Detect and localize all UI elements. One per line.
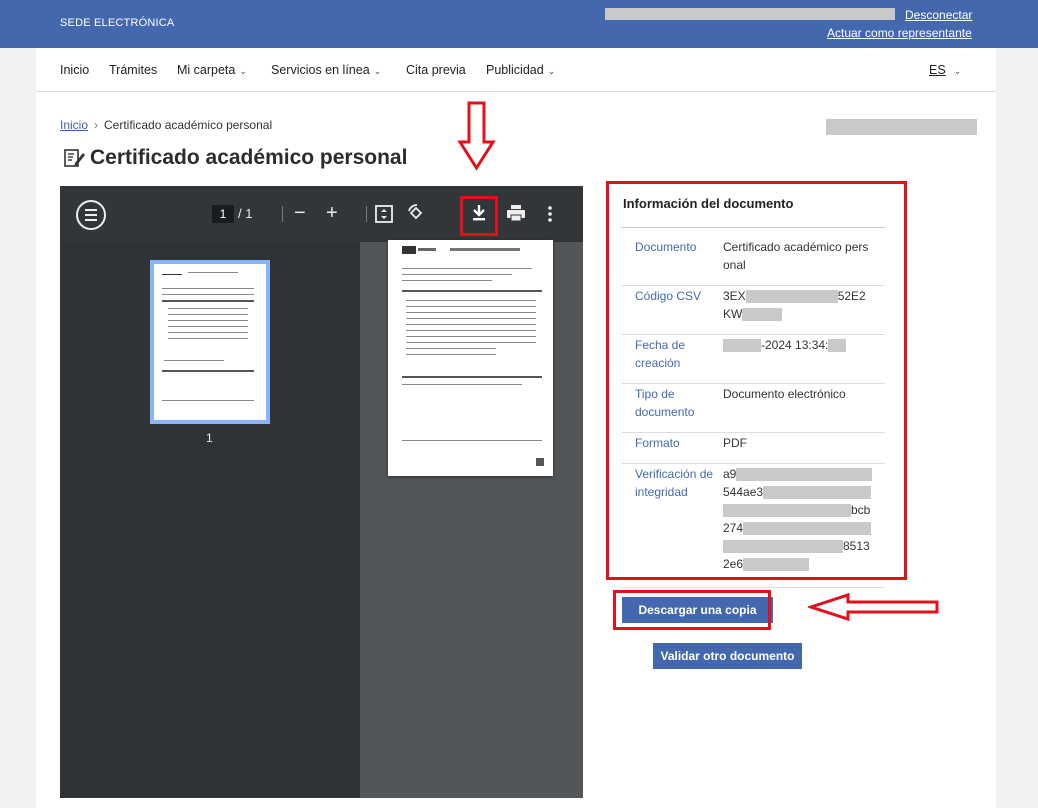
breadcrumb-current: Certificado académico personal	[104, 118, 273, 132]
page-title-text: Certificado académico personal	[90, 146, 408, 169]
chevron-down-icon: ⌄	[239, 66, 247, 76]
chevron-down-icon: ⌄	[373, 66, 382, 76]
rotate-icon[interactable]	[406, 203, 426, 225]
nav-label: Cita previa	[406, 63, 466, 77]
zoom-out-icon[interactable]: −	[294, 203, 306, 223]
toolbar-divider	[282, 206, 283, 222]
nav-label: Trámites	[109, 63, 158, 77]
zoom-in-icon[interactable]: +	[326, 203, 338, 223]
annotation-box-copy-button	[613, 590, 771, 630]
main-nav: Inicio Trámites Mi carpeta ⌄ Servicios en…	[36, 48, 996, 92]
print-icon[interactable]	[505, 203, 527, 223]
breadcrumb: Inicio › Certificado académico personal	[60, 118, 272, 132]
pdf-toolbar: 1 / 1 − +	[60, 186, 583, 242]
nav-item-publicidad[interactable]: Publicidad ⌄	[486, 63, 555, 77]
logout-link[interactable]: Desconectar	[905, 8, 972, 22]
chevron-down-icon: ⌄	[547, 66, 556, 76]
thumbnail-page-number: 1	[206, 431, 213, 445]
nav-item-inicio[interactable]: Inicio	[60, 63, 89, 77]
nav-label: Servicios en línea	[271, 63, 370, 77]
nav-item-mi-carpeta[interactable]: Mi carpeta ⌄	[177, 63, 247, 77]
menu-icon[interactable]	[76, 200, 106, 230]
page-thumbnail[interactable]	[150, 260, 270, 424]
pdf-viewer: 1 / 1 − + 1	[60, 186, 583, 798]
top-bar: SEDE ELECTRÓNICA Desconectar Actuar como…	[0, 0, 1038, 48]
arrow-down-annotation-icon	[457, 101, 496, 171]
language-label: ES	[929, 63, 946, 77]
nav-label: Publicidad	[486, 63, 544, 77]
fit-page-icon[interactable]	[374, 204, 394, 224]
page-number-input[interactable]: 1	[212, 205, 234, 223]
pdf-page	[388, 240, 553, 476]
toolbar-divider	[366, 206, 367, 222]
nav-label: Mi carpeta	[177, 63, 236, 77]
redacted-user-name	[605, 8, 895, 20]
nav-label: Inicio	[60, 63, 90, 77]
arrow-left-annotation-icon	[808, 592, 939, 622]
more-options-icon[interactable]	[546, 205, 554, 223]
site-brand: SEDE ELECTRÓNICA	[60, 17, 175, 29]
edit-document-icon	[64, 149, 85, 167]
act-as-representative-link[interactable]: Actuar como representante	[827, 26, 972, 40]
annotation-box-info	[606, 181, 907, 580]
annotation-box-download	[460, 196, 498, 236]
language-selector[interactable]: ES ⌄	[929, 63, 961, 77]
nav-item-servicios[interactable]: Servicios en línea ⌄	[271, 63, 381, 77]
breadcrumb-separator-icon: ›	[94, 118, 99, 132]
chevron-down-icon: ⌄	[953, 66, 962, 76]
nav-item-tramites[interactable]: Trámites	[109, 63, 157, 77]
page-title: Certificado académico personal	[62, 146, 407, 170]
nav-item-cita-previa[interactable]: Cita previa	[406, 63, 466, 77]
validate-another-document-button[interactable]: Validar otro documento	[653, 643, 802, 669]
page-total: / 1	[238, 206, 253, 221]
breadcrumb-home-link[interactable]: Inicio	[60, 118, 88, 132]
redacted-block	[826, 119, 977, 135]
